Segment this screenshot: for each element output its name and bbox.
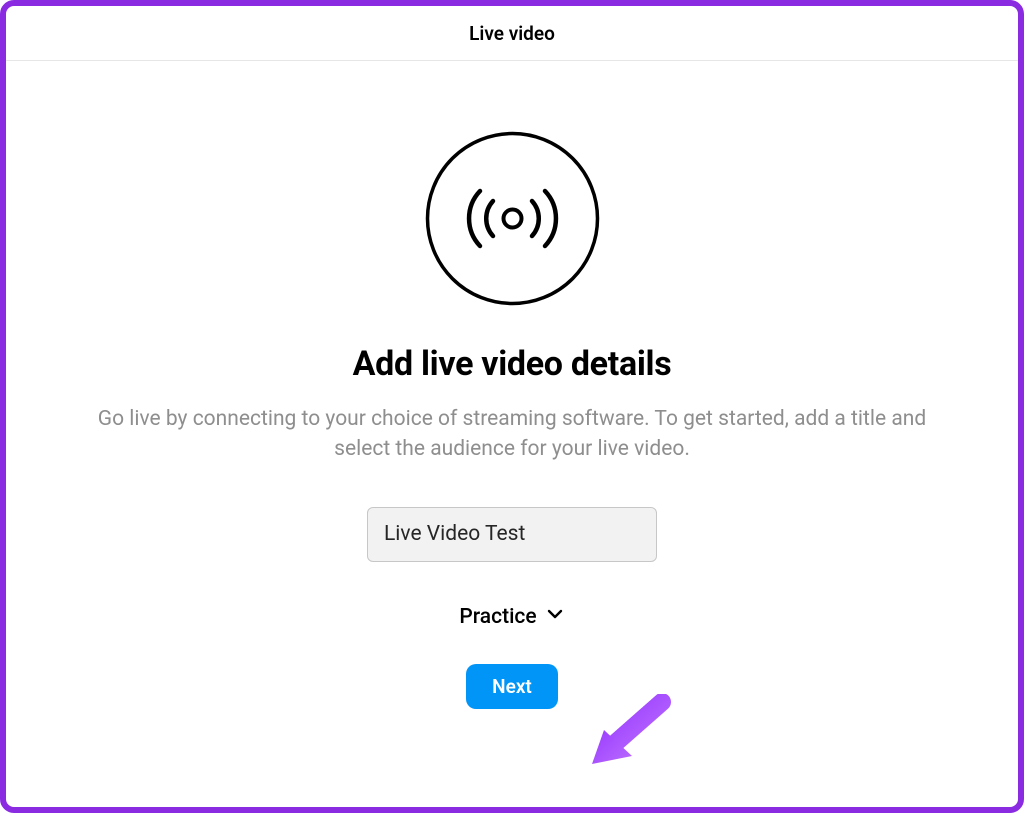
app-frame: Live video Add live video details Go liv… [0,0,1024,813]
chevron-down-icon [545,604,565,630]
header: Live video [6,6,1018,61]
live-title-input[interactable] [367,507,657,562]
page-description: Go live by connecting to your choice of … [97,404,927,465]
next-button[interactable]: Next [466,664,558,709]
main-content: Add live video details Go live by connec… [6,61,1018,709]
header-title: Live video [469,22,555,45]
audience-selector[interactable]: Practice [459,604,564,630]
live-broadcast-icon [425,131,600,306]
audience-selected-label: Practice [459,605,536,629]
page-heading: Add live video details [353,344,672,384]
